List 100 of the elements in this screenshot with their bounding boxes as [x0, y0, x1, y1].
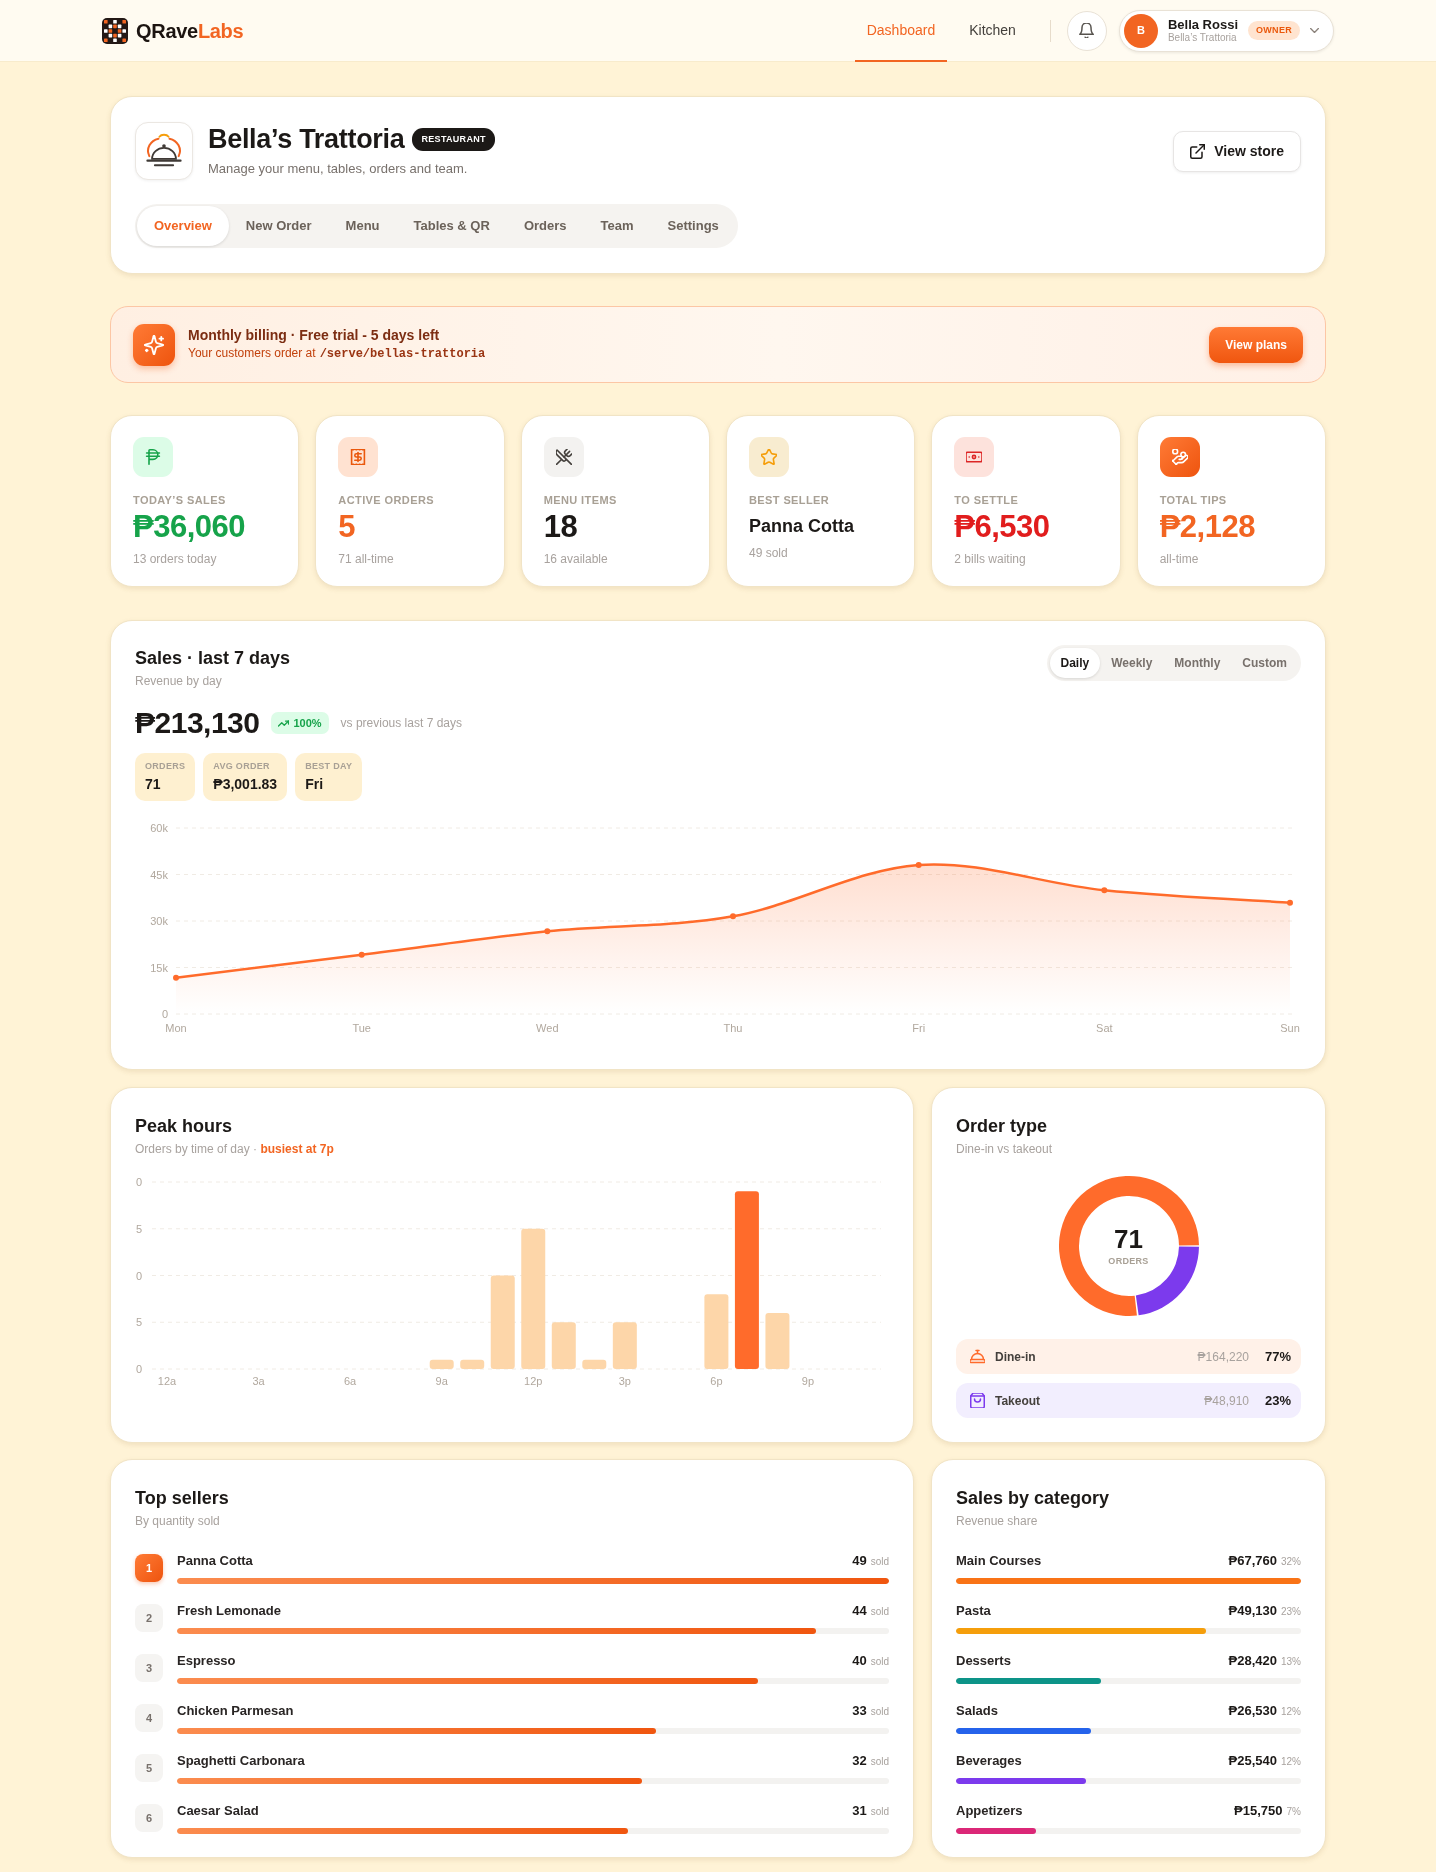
category-name: Salads [956, 1702, 998, 1720]
data-point [358, 951, 365, 958]
category-amount: ₱26,530 [1228, 1702, 1277, 1720]
rank-badge: 6 [135, 1804, 163, 1832]
role-badge: OWNER [1248, 20, 1300, 41]
axis-label: 12p [524, 1375, 543, 1387]
view-store-button[interactable]: View store [1173, 130, 1301, 172]
sold-unit: sold [870, 1655, 889, 1669]
range-tab[interactable]: Daily [1049, 648, 1101, 678]
range-tab[interactable]: Weekly [1100, 648, 1164, 678]
category-share: 32% [1281, 1555, 1301, 1569]
card-subtitle: Dine-in vs takeout [956, 1141, 1054, 1157]
tab[interactable]: Menu [328, 206, 397, 246]
axis-label: 0 [136, 1176, 143, 1188]
tab[interactable]: Tables & QR [396, 206, 507, 246]
sold-unit: sold [870, 1705, 889, 1719]
stat-value: 5 [338, 509, 357, 545]
tab[interactable]: Settings [650, 206, 736, 246]
metric-label: ORDERS [145, 760, 186, 772]
category-name: Desserts [956, 1652, 1011, 1670]
category-share: 7% [1286, 1805, 1301, 1819]
hour-bar [612, 1322, 637, 1369]
axis-label: 9p [801, 1375, 815, 1387]
category-amount: ₱49,130 [1228, 1602, 1277, 1620]
data-point [1287, 899, 1293, 906]
card-title: Sales · last 7 days [135, 647, 291, 669]
item-name: Panna Cotta [177, 1552, 253, 1570]
axis-label: 12a [157, 1375, 177, 1387]
category-name: Pasta [956, 1602, 991, 1620]
order-count-label: ORDERS [1108, 1255, 1149, 1267]
data-point [544, 928, 551, 935]
store-name: Bella’s Trattoria [208, 123, 405, 156]
axis-label: 15k [150, 961, 168, 974]
order-type-share: 77% [1263, 1347, 1291, 1366]
order-type-share: 23% [1263, 1391, 1291, 1410]
hour-bar [429, 1359, 454, 1369]
sales-total: ₱213,130 [135, 705, 260, 741]
axis-label: 6p [710, 1375, 723, 1387]
axis-label: 45k [150, 868, 168, 881]
tab[interactable]: Overview [137, 206, 229, 246]
stat-label: ACTIVE ORDERS [338, 494, 435, 507]
stat-value: Panna Cotta [749, 515, 855, 538]
stat-label: MENU ITEMS [543, 494, 618, 507]
trend-up-icon [278, 717, 290, 729]
axis-label: 0 [136, 1363, 143, 1375]
rank-badge: 1 [135, 1554, 163, 1582]
stat-note: 16 available [543, 551, 609, 567]
stat-value: ₱36,060 [133, 509, 246, 545]
axis-label: 3a [252, 1375, 265, 1387]
user-menu-button[interactable]: B Bella Rossi Bella’s Trattoria OWNER [1118, 9, 1334, 52]
data-point [915, 861, 922, 868]
tab[interactable]: Orders [506, 206, 584, 246]
range-tab[interactable]: Monthly [1163, 648, 1232, 678]
axis-label: 5 [136, 1222, 143, 1235]
data-point [730, 913, 736, 920]
sold-unit: sold [870, 1605, 889, 1619]
nav-link[interactable]: Kitchen [957, 0, 1028, 62]
stat-note: 71 all-time [338, 551, 395, 567]
card-title: Sales by category [956, 1487, 1111, 1509]
category-amount: ₱67,760 [1228, 1552, 1277, 1570]
axis-label: Thu [723, 1022, 743, 1034]
metric-value: ₱3,001.83 [213, 775, 278, 793]
item-name: Spaghetti Carbonara [177, 1752, 305, 1770]
item-name: Chicken Parmesan [177, 1702, 294, 1720]
sparkle-icon [133, 323, 175, 366]
nav-link[interactable]: Dashboard [854, 0, 948, 62]
tab[interactable]: Team [583, 206, 651, 246]
stat-note: all-time [1159, 551, 1200, 567]
peso-icon [133, 437, 173, 477]
axis-label: 6a [344, 1375, 357, 1387]
order-type-amount: ₱164,220 [1197, 1348, 1249, 1366]
card-subtitle: By quantity sold [135, 1513, 221, 1529]
receipt-icon [338, 437, 379, 477]
sold-count: 49 [852, 1552, 867, 1570]
change-value: 100% [293, 715, 322, 731]
shopping-bag-icon [970, 1393, 985, 1408]
item-name: Espresso [177, 1652, 236, 1670]
fork-knife-icon [543, 437, 584, 477]
stat-note: 49 sold [749, 545, 789, 561]
brand-name: QRaveLabs [136, 18, 244, 43]
category-name: Beverages [956, 1752, 1022, 1770]
sold-count: 32 [852, 1752, 867, 1770]
range-tab[interactable]: Custom [1231, 648, 1298, 678]
view-plans-button[interactable]: View plans [1209, 326, 1303, 363]
hand-coin-icon [1159, 437, 1200, 477]
banner-text: Your customers order at [188, 345, 316, 362]
logo-icon [102, 17, 128, 44]
card-subtitle: Revenue by day [135, 673, 223, 689]
stat-note: 2 bills waiting [954, 551, 1027, 567]
tab[interactable]: New Order [228, 206, 329, 246]
axis-label: 0 [136, 1269, 143, 1282]
axis-label: Sat [1096, 1022, 1113, 1034]
sold-unit: sold [870, 1755, 889, 1769]
data-point [1101, 887, 1108, 894]
order-type-name: Takeout [995, 1392, 1041, 1410]
user-name: Bella Rossi [1167, 17, 1238, 32]
axis-label: Mon [165, 1022, 187, 1034]
chevron-down-icon [1310, 26, 1319, 35]
banknote-icon [954, 437, 995, 477]
axis-label: Sun [1280, 1022, 1300, 1034]
